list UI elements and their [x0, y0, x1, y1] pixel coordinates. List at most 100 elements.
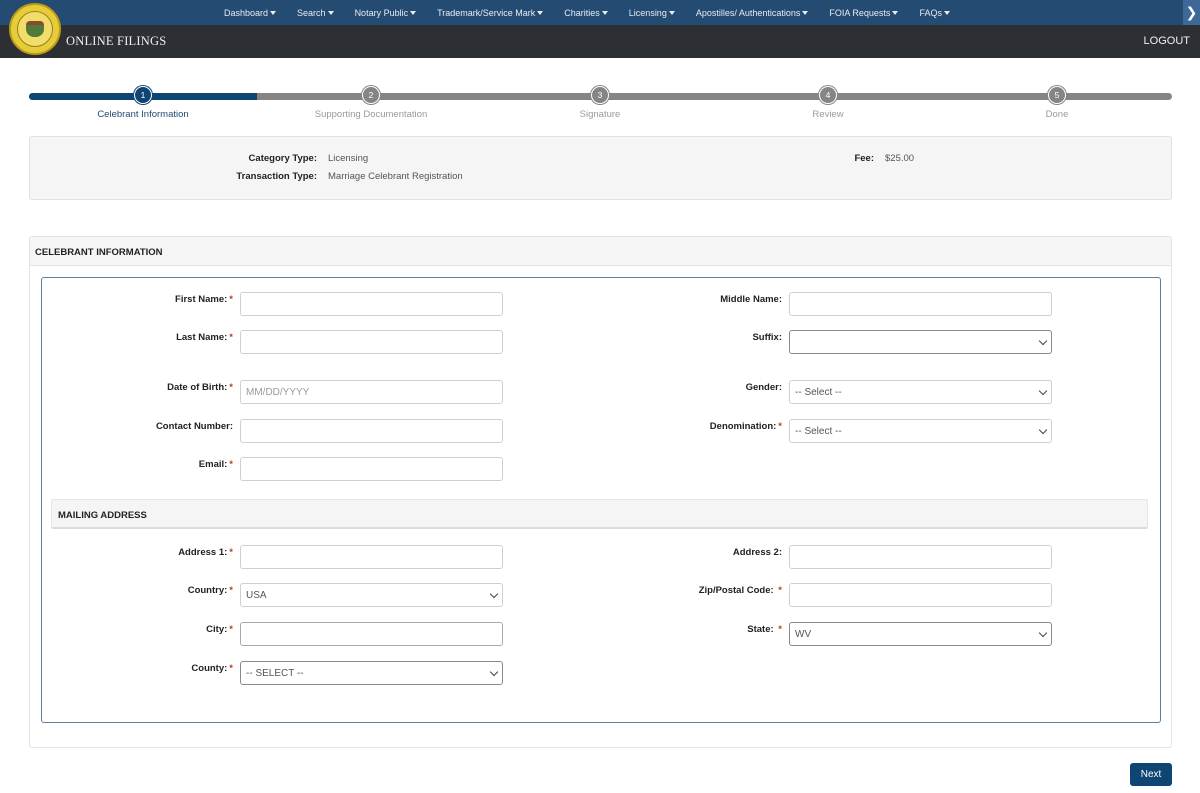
state-value: WV: [795, 628, 812, 640]
menu-licensing[interactable]: Licensing: [629, 8, 675, 18]
step-number: 3: [591, 86, 609, 104]
date-of-birth-field: Date of Birth: * MM/DD/YYYY: [103, 380, 503, 404]
menu-label: Notary Public: [354, 7, 409, 18]
required-marker: *: [778, 585, 782, 596]
step-number: 2: [362, 86, 380, 104]
middle-name-label: Middle Name:: [720, 294, 782, 305]
seal-emblem-icon: [26, 21, 44, 37]
state-seal-logo[interactable]: [9, 3, 61, 55]
last-name-input[interactable]: [240, 330, 503, 354]
menu-foia[interactable]: FOIA Requests: [829, 8, 899, 18]
first-name-field: First Name: *: [103, 292, 503, 316]
step-supporting-documentation: 2 Supporting Documentation: [271, 86, 471, 120]
required-marker: *: [778, 624, 782, 635]
menu-dashboard[interactable]: Dashboard: [224, 7, 277, 18]
caret-down-icon: [802, 10, 809, 15]
required-marker: *: [229, 585, 233, 596]
chevron-down-icon: [1038, 628, 1048, 638]
city-input[interactable]: [240, 622, 503, 646]
state-select[interactable]: WV: [789, 622, 1052, 646]
contact-number-input[interactable]: [240, 419, 503, 443]
contact-number-label: Contact Number:: [155, 421, 233, 432]
date-of-birth-placeholder: MM/DD/YYYY: [246, 386, 310, 398]
main-menu: Dashboard Search Notary Public Trademark…: [224, 0, 971, 25]
logout-link[interactable]: LOGOUT: [1144, 35, 1190, 47]
caret-down-icon: [892, 10, 899, 15]
expand-button[interactable]: ❯: [1183, 0, 1200, 25]
address1-input[interactable]: [240, 545, 503, 569]
last-name-label: Last Name: *: [176, 332, 233, 343]
step-number: 4: [819, 86, 837, 104]
denomination-select[interactable]: -- Select --: [789, 419, 1052, 443]
step-signature: 3 Signature: [500, 86, 700, 120]
step-label: Done: [1045, 109, 1069, 120]
caret-down-icon: [537, 10, 544, 15]
date-of-birth-label: Date of Birth: *: [167, 382, 233, 393]
required-marker: *: [778, 421, 782, 432]
date-of-birth-input[interactable]: MM/DD/YYYY: [240, 380, 503, 404]
step-label: Celebrant Information: [97, 109, 189, 120]
fee-value: $25.00: [885, 153, 915, 164]
category-type-label: Category Type:: [248, 153, 317, 164]
menu-label: Trademark/Service Mark: [437, 7, 536, 18]
step-number: 1: [134, 86, 152, 104]
required-marker: *: [229, 382, 233, 393]
required-marker: *: [229, 332, 233, 343]
caret-down-icon: [943, 10, 950, 15]
top-nav: Dashboard Search Notary Public Trademark…: [0, 0, 1200, 25]
middle-name-input[interactable]: [789, 292, 1052, 316]
required-marker: *: [229, 547, 233, 558]
country-field: Country: * USA: [103, 583, 503, 607]
address2-input[interactable]: [789, 545, 1052, 569]
menu-charities[interactable]: Charities: [564, 8, 608, 18]
state-label: State: *: [747, 624, 782, 635]
step-done: 5 Done: [957, 86, 1157, 120]
menu-search[interactable]: Search: [297, 8, 334, 18]
county-select[interactable]: -- SELECT --: [240, 661, 503, 685]
step-label: Supporting Documentation: [314, 109, 428, 120]
country-select[interactable]: USA: [240, 583, 503, 607]
zip-input[interactable]: [789, 583, 1052, 607]
email-input[interactable]: [240, 457, 503, 481]
gender-select[interactable]: -- Select --: [789, 380, 1052, 404]
denomination-field: Denomination: * -- Select --: [652, 419, 1052, 443]
menu-apostilles[interactable]: Apostilles/ Authentications: [696, 8, 809, 18]
app-title: ONLINE FILINGS: [66, 34, 167, 48]
email-label: Email: *: [198, 459, 233, 470]
state-field: State: * WV: [652, 622, 1052, 646]
county-value: -- SELECT --: [246, 667, 304, 679]
progress-stepper: 1 Celebrant Information 2 Supporting Doc…: [29, 86, 1172, 126]
zip-field: Zip/Postal Code: *: [652, 583, 1052, 607]
step-number: 5: [1048, 86, 1066, 104]
required-marker: *: [229, 459, 233, 470]
transaction-type-label: Transaction Type:: [236, 171, 317, 182]
chevron-down-icon: [489, 589, 499, 599]
chevron-down-icon: [1038, 386, 1048, 396]
chevron-right-icon: ❯: [1185, 4, 1198, 20]
gender-value: -- Select --: [795, 386, 842, 398]
transaction-summary: Category Type: Licensing Transaction Typ…: [29, 136, 1172, 200]
required-marker: *: [229, 624, 233, 635]
category-type-value: Licensing: [328, 153, 369, 164]
seal-inner: [17, 11, 53, 47]
first-name-input[interactable]: [240, 292, 503, 316]
caret-down-icon: [327, 10, 334, 15]
first-name-label: First Name: *: [175, 294, 233, 305]
country-label: Country: *: [187, 585, 233, 596]
transaction-type-value: Marriage Celebrant Registration: [328, 171, 463, 182]
step-celebrant-information: 1 Celebrant Information: [43, 86, 243, 120]
menu-label: Dashboard: [224, 7, 269, 18]
suffix-field: Suffix:: [652, 330, 1052, 354]
menu-trademark[interactable]: Trademark/Service Mark: [437, 7, 544, 18]
next-button[interactable]: Next: [1130, 763, 1172, 786]
gender-field: Gender: -- Select --: [652, 380, 1052, 404]
address1-label: Address 1: *: [178, 547, 233, 558]
city-label: City: *: [206, 624, 233, 635]
county-field: County: * -- SELECT --: [103, 661, 503, 685]
email-field: Email: *: [103, 457, 503, 481]
menu-notary-public[interactable]: Notary Public: [355, 8, 417, 18]
suffix-select[interactable]: [789, 330, 1052, 354]
country-value: USA: [246, 589, 267, 601]
address2-field: Address 2:: [652, 545, 1052, 569]
menu-faqs[interactable]: FAQs: [919, 8, 950, 18]
